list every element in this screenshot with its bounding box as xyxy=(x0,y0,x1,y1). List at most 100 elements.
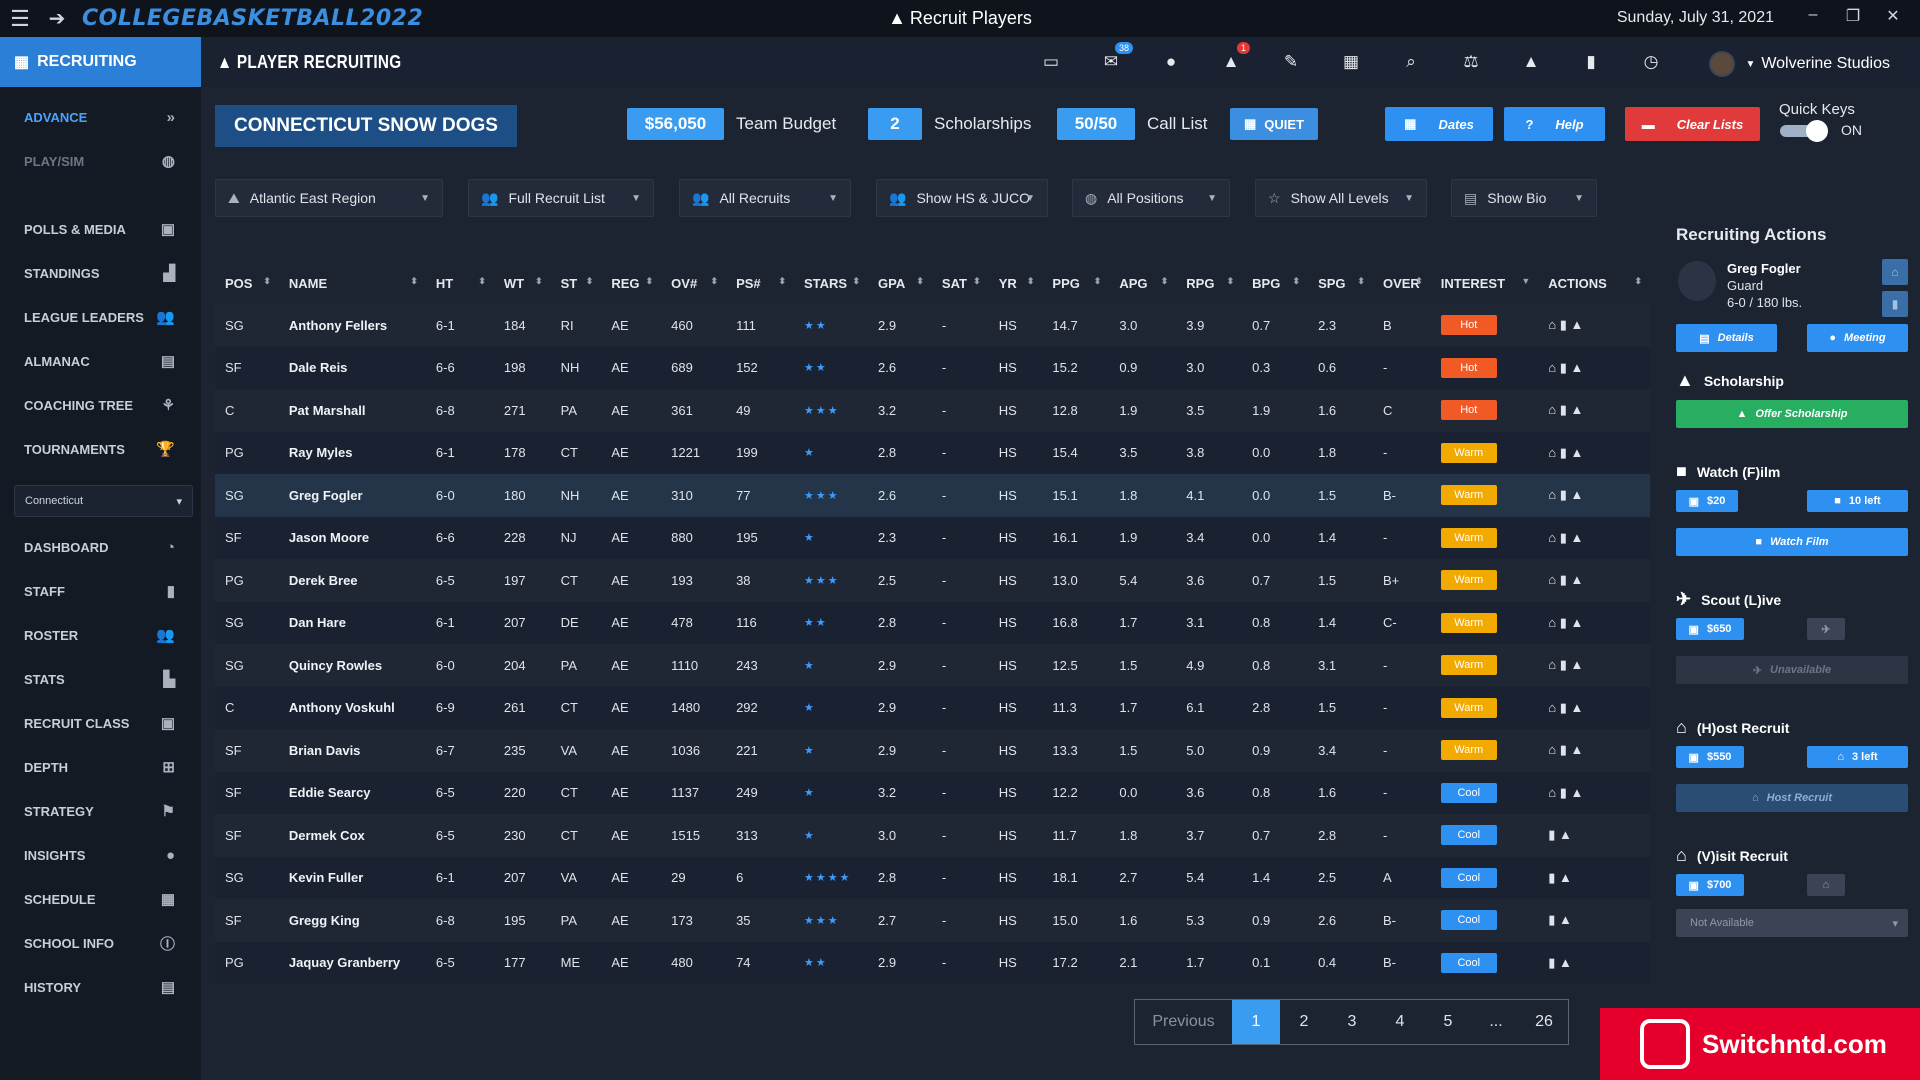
details-button[interactable]: ▤ Details xyxy=(1676,324,1777,352)
previous-page-button[interactable]: Previous xyxy=(1135,1000,1232,1044)
conference-select[interactable]: Connecticut ▾ xyxy=(14,485,193,517)
sidebar-item-schedule[interactable]: SCHEDULE ▦ xyxy=(0,877,201,921)
table-row[interactable]: SG Kevin Fuller 6-1 207 VA AE 29 6 ★★★★ 2.8 - HS 18.… xyxy=(215,856,1650,900)
close-icon[interactable]: ✕ xyxy=(1878,6,1908,26)
sidebar-item-history[interactable]: HISTORY ▤ xyxy=(0,965,201,1009)
sidebar-item-roster[interactable]: ROSTER 👥 xyxy=(0,613,201,657)
quick-keys-toggle[interactable] xyxy=(1780,120,1828,142)
cell-actions[interactable]: ⌂ ▮ ▲ xyxy=(1538,644,1650,687)
table-row[interactable]: SF Eddie Searcy 6-5 220 CT AE 1137 249 ★ 3.2 - HS 12… xyxy=(215,771,1650,815)
column-header-actions[interactable]: ACTIONS ⬍ xyxy=(1538,262,1650,304)
hamburger-menu-icon[interactable]: ☰ xyxy=(0,6,40,32)
table-row[interactable]: SF Gregg King 6-8 195 PA AE 173 35 ★★★ 2.7 - HS 15.0… xyxy=(215,899,1650,942)
table-row[interactable]: SF Dale Reis 6-6 198 NH AE 689 152 ★★ 2.6 - HS 15.2 0… xyxy=(215,346,1650,390)
back-arrow-icon[interactable]: ➔ xyxy=(40,6,74,32)
calendar-icon[interactable]: ▦ xyxy=(1321,52,1381,72)
page-button[interactable]: 4 xyxy=(1376,1000,1424,1044)
filter-all-positions[interactable]: ◍ All Positions ▼ xyxy=(1072,179,1230,217)
cell-name[interactable]: Anthony Fellers xyxy=(279,304,426,347)
column-header-stars[interactable]: STARS ⬍ xyxy=(794,262,869,304)
cell-actions[interactable]: ⌂ ▮ ▲ xyxy=(1538,474,1650,517)
sidebar-item-coaching-tree[interactable]: COACHING TREE ⚘ xyxy=(0,383,201,427)
stopwatch-icon[interactable]: ◷ xyxy=(1621,52,1681,72)
column-header-ov[interactable]: OV# ⬍ xyxy=(661,262,727,304)
column-header-ps[interactable]: PS# ⬍ xyxy=(726,262,794,304)
sidebar-item-school-info[interactable]: SCHOOL INFO ⓘ xyxy=(0,921,201,965)
sidebar-item-recruit-class[interactable]: RECRUIT CLASS ▣ xyxy=(0,701,201,745)
column-header-apg[interactable]: APG ⬍ xyxy=(1109,262,1177,304)
help-button[interactable]: ? Help xyxy=(1504,107,1605,141)
page-button[interactable]: 2 xyxy=(1280,1000,1328,1044)
cell-actions[interactable]: ⌂ ▮ ▲ xyxy=(1538,687,1650,730)
watch-film-button[interactable]: ■ Watch Film xyxy=(1676,528,1908,556)
sidebar-item-advance[interactable]: ADVANCE » xyxy=(0,95,201,139)
cell-name[interactable]: Dale Reis xyxy=(279,347,426,390)
cell-actions[interactable]: ⌂ ▮ ▲ xyxy=(1538,304,1650,347)
sidebar-item-staff[interactable]: STAFF ▮ xyxy=(0,569,201,613)
cell-name[interactable]: Eddie Searcy xyxy=(279,772,426,815)
cell-actions[interactable]: ⌂ ▮ ▲ xyxy=(1538,729,1650,772)
cell-actions[interactable]: ⌂ ▮ ▲ xyxy=(1538,389,1650,432)
cell-actions[interactable]: ⌂ ▮ ▲ xyxy=(1538,602,1650,645)
clipboard-icon[interactable]: ▮ xyxy=(1882,291,1908,317)
cell-actions[interactable]: ⌂ ▮ ▲ xyxy=(1538,347,1650,390)
quiet-button[interactable]: ▦ QUIET xyxy=(1230,108,1318,140)
cell-name[interactable]: Gregg King xyxy=(279,899,426,942)
table-row[interactable]: SG Anthony Fellers 6-1 184 RI AE 460 111 ★★ 2.9 - H… xyxy=(215,304,1650,347)
page-button[interactable]: 5 xyxy=(1424,1000,1472,1044)
table-row[interactable]: PG Ray Myles 6-1 178 CT AE 1221 199 ★ 2.8 - HS 15.4 3… xyxy=(215,431,1650,475)
column-header-wt[interactable]: WT ⬍ xyxy=(493,262,551,304)
page-button[interactable]: 26 xyxy=(1520,1000,1568,1044)
sidebar-item-polls-media[interactable]: POLLS & MEDIA ▣ xyxy=(0,207,201,251)
sidebar-item-almanac[interactable]: ALMANAC ▤ xyxy=(0,339,201,383)
table-row[interactable]: SG Quincy Rowles 6-0 204 PA AE 1110 243 ★ 2.9 - HS 1… xyxy=(215,644,1650,687)
column-header-yr[interactable]: YR ⬍ xyxy=(988,262,1043,304)
table-row[interactable]: PG Derek Bree 6-5 197 CT AE 193 38 ★★★ 2.5 - HS 13.0… xyxy=(215,559,1650,602)
cell-actions[interactable]: ⌂ ▮ ▲ xyxy=(1538,432,1650,475)
filter-show-bio[interactable]: ▤ Show Bio ▼ xyxy=(1451,179,1597,217)
column-header-interest[interactable]: INTEREST ▼ xyxy=(1430,262,1539,304)
sidebar-item-standings[interactable]: STANDINGS ▟ xyxy=(0,251,201,295)
cell-name[interactable]: Kevin Fuller xyxy=(279,857,426,900)
cell-name[interactable]: Derek Bree xyxy=(279,559,426,602)
cell-name[interactable]: Brian Davis xyxy=(279,729,426,772)
sidebar-header-recruiting[interactable]: ▦ RECRUITING xyxy=(0,37,201,87)
filter-show-all-levels[interactable]: ☆ Show All Levels ▼ xyxy=(1255,179,1427,217)
minimize-icon[interactable]: – xyxy=(1798,6,1828,24)
scale-icon[interactable]: ⚖ xyxy=(1441,52,1501,72)
table-row[interactable]: C Pat Marshall 6-8 271 PA AE 361 49 ★★★ 3.2 - HS 12.… xyxy=(215,389,1650,432)
column-header-reg[interactable]: REG ⬍ xyxy=(601,262,662,304)
filter-full-recruit-list[interactable]: 👥 Full Recruit List ▼ xyxy=(468,179,654,217)
cell-name[interactable]: Dan Hare xyxy=(279,602,426,645)
cell-actions[interactable]: ⌂ ▮ ▲ xyxy=(1538,517,1650,560)
sidebar-item-tournaments[interactable]: TOURNAMENTS 🏆 xyxy=(0,427,201,471)
page-button[interactable]: 1 xyxy=(1232,1000,1280,1044)
filter-show-hs-juco[interactable]: 👥 Show HS & JUCO ▼ xyxy=(876,179,1048,217)
sidebar-item-league-leaders[interactable]: LEAGUE LEADERS 👥 xyxy=(0,295,201,339)
cell-actions[interactable]: ▮ ▲ xyxy=(1538,899,1650,942)
cell-actions[interactable]: ▮ ▲ xyxy=(1538,814,1650,857)
table-row[interactable]: PG Jaquay Granberry 6-5 177 ME AE 480 74 ★★ 2.9 - H… xyxy=(215,941,1650,984)
host-recruit-button[interactable]: ⌂ Host Recruit xyxy=(1676,784,1908,812)
sidebar-item-play-sim[interactable]: PLAY/SIM ◍ xyxy=(0,139,201,183)
chat-icon[interactable]: ● xyxy=(1141,52,1201,72)
sidebar-item-depth[interactable]: DEPTH ⊞ xyxy=(0,745,201,789)
cell-name[interactable]: Anthony Voskuhl xyxy=(279,687,426,730)
edit-icon[interactable]: ✎ xyxy=(1261,52,1321,72)
filter-all-recruits[interactable]: 👥 All Recruits ▼ xyxy=(679,179,851,217)
dates-button[interactable]: ▦ Dates xyxy=(1385,107,1493,141)
table-row[interactable]: C Anthony Voskuhl 6-9 261 CT AE 1480 292 ★ 2.9 - HS… xyxy=(215,686,1650,730)
cell-name[interactable]: Quincy Rowles xyxy=(279,644,426,687)
clear-lists-button[interactable]: ▬ Clear Lists xyxy=(1625,107,1760,141)
cell-name[interactable]: Jason Moore xyxy=(279,517,426,560)
column-header-pos[interactable]: POS ⬍ xyxy=(215,262,279,304)
bell-icon[interactable]: ▲ 1 xyxy=(1201,42,1261,72)
briefcase-icon[interactable]: ▭ xyxy=(1021,52,1081,72)
table-row[interactable]: SG Greg Fogler 6-0 180 NH AE 310 77 ★★★ 2.6 - HS 15.… xyxy=(215,474,1650,517)
cell-actions[interactable]: ▮ ▲ xyxy=(1538,857,1650,900)
meeting-button[interactable]: ● Meeting xyxy=(1807,324,1908,352)
table-row[interactable]: SG Dan Hare 6-1 207 DE AE 478 116 ★★ 2.8 - HS 16.8 1.… xyxy=(215,601,1650,645)
offer-scholarship-button[interactable]: ▲ Offer Scholarship xyxy=(1676,400,1908,428)
filter-atlantic-east-region[interactable]: ⛰ Atlantic East Region ▼ xyxy=(215,179,443,217)
cell-name[interactable]: Ray Myles xyxy=(279,432,426,475)
